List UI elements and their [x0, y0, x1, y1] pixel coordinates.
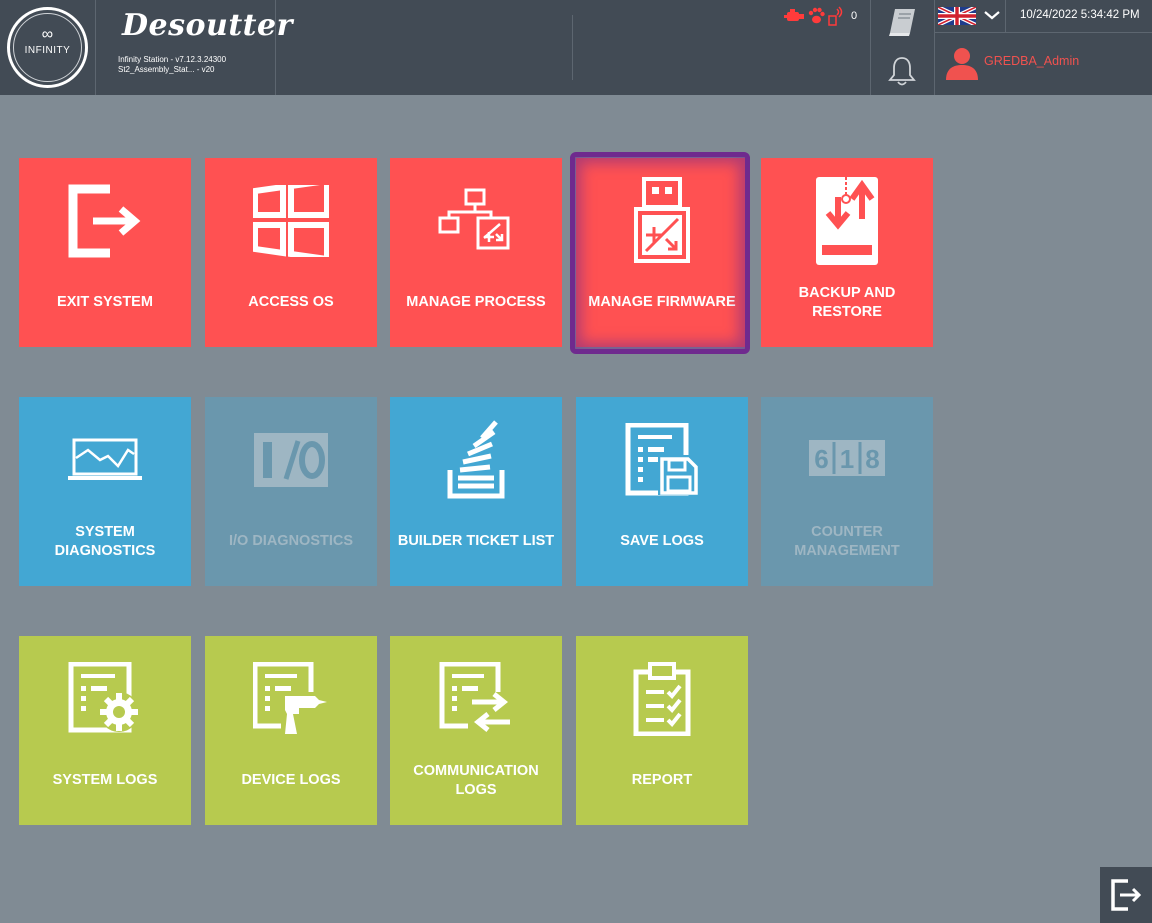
- paw-status-icon: [808, 7, 825, 24]
- uk-flag-icon[interactable]: [938, 7, 976, 25]
- user-name[interactable]: GREDBA_Admin: [984, 54, 1079, 68]
- io-icon: [254, 432, 328, 487]
- connection-status-icon: [828, 6, 843, 26]
- station-version: Infinity Station - v7.12.3.24300: [118, 55, 227, 64]
- tile-label: COMMUNICATION LOGS: [413, 762, 539, 798]
- tile-label: SYSTEM LOGS: [52, 772, 158, 788]
- tile-label: SAVE LOGS: [620, 533, 704, 549]
- station-name: St2_Assembly_Stat... - v20: [118, 65, 215, 74]
- windows-icon: [253, 184, 329, 257]
- counter-icon: 6 1 8: [809, 439, 885, 476]
- manage-process-tile[interactable]: MANAGE PROCESS: [390, 158, 562, 347]
- tile-label: SYSTEM DIAGNOSTICS: [54, 523, 156, 559]
- status-count: 0: [851, 10, 858, 22]
- counter-management-tile: 6 1 8 COUNTER MANAGEMENT: [761, 397, 933, 586]
- exit-icon: [68, 184, 141, 257]
- process-icon: [438, 188, 510, 249]
- builder-ticket-list-tile[interactable]: BUILDER TICKET LIST: [390, 397, 562, 586]
- station-info: Infinity Station - v7.12.3.24300 St2_Ass…: [118, 55, 226, 75]
- device-logs-tile[interactable]: DEVICE LOGS: [205, 636, 377, 825]
- tile-label: I/O DIAGNOSTICS: [228, 533, 354, 549]
- status-icons[interactable]: 0: [784, 6, 857, 26]
- tile-label: DEVICE LOGS: [241, 772, 341, 788]
- header-divider: [275, 0, 276, 95]
- logout-button[interactable]: [1100, 867, 1152, 923]
- backup-restore-tile[interactable]: BACKUP AND RESTORE: [761, 158, 933, 347]
- tile-label: MANAGE PROCESS: [406, 294, 546, 310]
- svg-text:8: 8: [865, 444, 879, 474]
- manual-book-icon[interactable]: [887, 7, 919, 37]
- logo-text: INFINITY: [24, 45, 71, 56]
- communication-logs-tile[interactable]: COMMUNICATION LOGS: [390, 636, 562, 825]
- monitor-chart-icon: [68, 438, 142, 480]
- report-tile[interactable]: REPORT: [576, 636, 748, 825]
- tile-label: BUILDER TICKET LIST: [397, 533, 555, 549]
- date-time: 10/24/2022 5:34:42 PM: [1020, 9, 1140, 21]
- brand-name: Desoutter: [122, 8, 293, 43]
- tool-status-icon: [784, 9, 804, 21]
- header-divider: [934, 32, 1152, 33]
- selection-highlight: [570, 152, 750, 354]
- header-bar: ∞ INFINITY Desoutter Infinity Station - …: [0, 0, 1152, 95]
- tile-label: EXIT SYSTEM: [57, 294, 153, 310]
- tile-label: ACCESS OS: [248, 294, 334, 310]
- header-divider: [934, 0, 935, 95]
- header-divider: [1005, 0, 1006, 32]
- access-os-tile[interactable]: ACCESS OS: [205, 158, 377, 347]
- infinity-symbol-icon: ∞: [41, 26, 54, 43]
- user-avatar-icon[interactable]: [944, 45, 980, 81]
- communication-logs-icon: [439, 661, 512, 734]
- svg-text:6: 6: [814, 444, 828, 474]
- notification-bell-icon[interactable]: [888, 55, 916, 87]
- exit-system-tile[interactable]: EXIT SYSTEM: [19, 158, 191, 347]
- logout-icon: [1111, 879, 1142, 911]
- tile-label: COUNTER MANAGEMENT: [794, 523, 900, 559]
- report-clipboard-icon: [633, 661, 691, 736]
- system-diagnostics-tile[interactable]: SYSTEM DIAGNOSTICS: [19, 397, 191, 586]
- svg-text:1: 1: [840, 444, 854, 474]
- tile-label: BACKUP AND RESTORE: [798, 284, 896, 320]
- device-logs-icon: [253, 661, 327, 736]
- ticket-stack-icon: [447, 419, 505, 498]
- header-divider: [95, 0, 96, 95]
- system-logs-tile[interactable]: SYSTEM LOGS: [19, 636, 191, 825]
- tile-label: REPORT: [631, 772, 693, 788]
- header-divider: [870, 0, 871, 95]
- save-logs-icon: [625, 422, 698, 495]
- header-separator: [572, 15, 573, 80]
- save-logs-tile[interactable]: SAVE LOGS: [576, 397, 748, 586]
- system-logs-icon: [68, 661, 139, 732]
- chevron-down-icon[interactable]: [983, 9, 1001, 21]
- backup-restore-icon: [816, 176, 878, 265]
- io-diagnostics-tile: I/O DIAGNOSTICS: [205, 397, 377, 586]
